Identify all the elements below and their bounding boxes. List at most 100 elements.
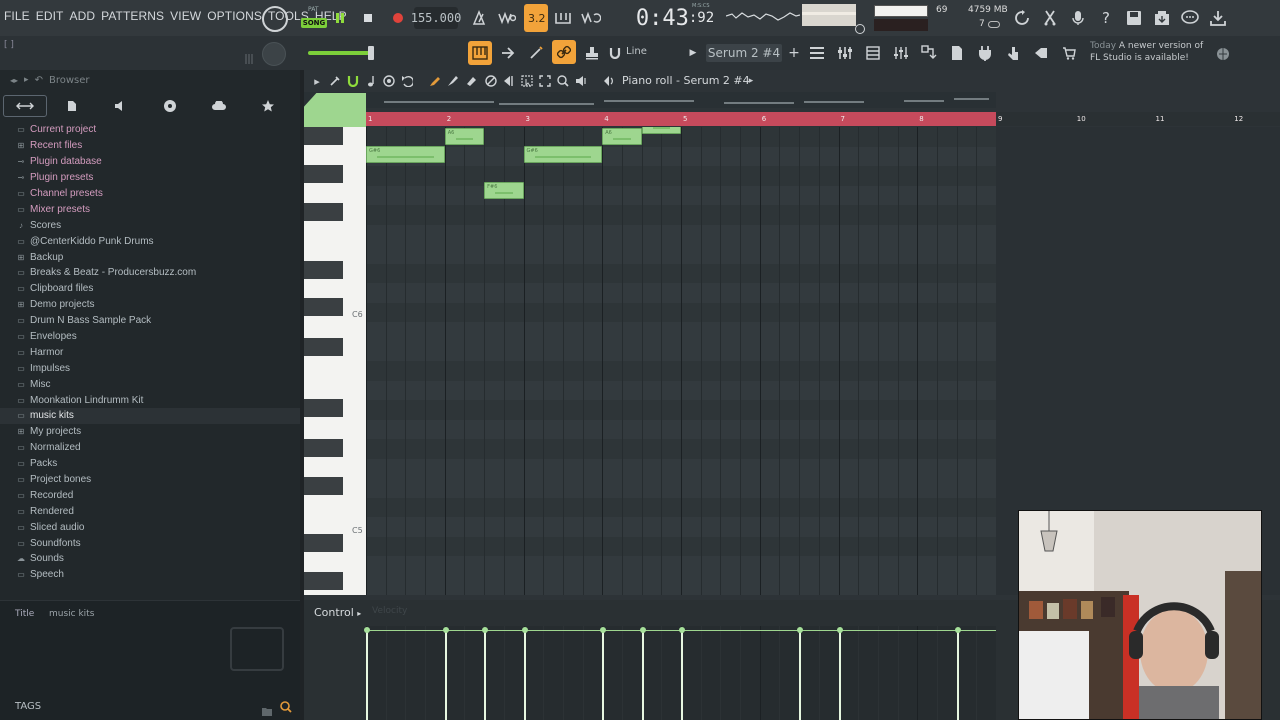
black-key[interactable] — [304, 203, 343, 221]
velocity-bar[interactable] — [482, 627, 489, 720]
piano-roll-icon[interactable] — [862, 42, 884, 64]
velocity-bar[interactable] — [797, 627, 804, 720]
record-button[interactable] — [388, 8, 408, 28]
note-grid[interactable]: G#6 A6 F#6 G#6 A6 — [366, 127, 996, 595]
browser-item[interactable]: ▭ music kits — [0, 408, 300, 424]
select-icon[interactable] — [520, 74, 534, 88]
browser-item[interactable]: ▭ Sliced audio — [0, 519, 300, 535]
browser-item[interactable]: ▭ Packs — [0, 456, 300, 472]
browser-item[interactable]: ▭ Impulses — [0, 360, 300, 376]
browser-item[interactable]: ⊞ My projects — [0, 424, 300, 440]
menu-patterns[interactable]: PATTERNS — [101, 9, 164, 23]
snap-label[interactable]: Line — [626, 46, 647, 57]
wand-icon[interactable] — [525, 42, 547, 64]
loop-record-icon[interactable] — [580, 7, 602, 29]
note[interactable] — [641, 127, 681, 134]
note[interactable]: A6 — [444, 128, 485, 145]
pr-record-icon[interactable] — [382, 74, 396, 88]
download-icon[interactable] — [1207, 7, 1229, 29]
menu-edit[interactable]: EDIT — [36, 9, 64, 23]
pause-button[interactable] — [330, 8, 350, 28]
wait-for-input-icon[interactable] — [496, 7, 518, 29]
black-key[interactable] — [304, 261, 343, 279]
brush-icon[interactable] — [446, 74, 460, 88]
black-key[interactable] — [304, 399, 343, 417]
note[interactable]: G#6 — [523, 146, 603, 163]
velocity-bar[interactable] — [836, 627, 843, 720]
master-pitch-slider[interactable] — [308, 51, 372, 55]
playlist-icon[interactable] — [806, 42, 828, 64]
browser-item[interactable]: ▭ Moonkation Lindrumm Kit — [0, 392, 300, 408]
mixer-icon[interactable] — [890, 42, 912, 64]
browser-item[interactable]: ▭ Channel presets — [0, 186, 300, 202]
zoom-fit-icon[interactable] — [538, 74, 552, 88]
browser-item[interactable]: ▭ @CenterKiddo Punk Drums — [0, 233, 300, 249]
browser-item[interactable]: ▭ Current project — [0, 122, 300, 138]
undo-history-icon[interactable] — [1011, 7, 1033, 29]
magnet-icon[interactable] — [606, 44, 624, 62]
countdown-icon[interactable]: 3.2 — [524, 4, 548, 32]
velocity-bar[interactable] — [679, 627, 685, 720]
chat-icon[interactable] — [1179, 7, 1201, 29]
pr-magnet-icon[interactable] — [346, 74, 360, 88]
control-label[interactable]: Control ▸ — [314, 606, 361, 619]
velocity-bar[interactable] — [600, 627, 607, 720]
browser-back-icon[interactable]: ↶ — [35, 75, 43, 86]
black-key[interactable] — [304, 477, 343, 495]
loop-region[interactable] — [366, 112, 996, 126]
hint-pin-icon[interactable] — [244, 50, 254, 64]
tag-folder-icon[interactable] — [262, 701, 272, 716]
browser-item[interactable]: ▭ Misc — [0, 376, 300, 392]
touch-icon[interactable] — [1002, 42, 1024, 64]
velocity-bar[interactable] — [954, 627, 961, 720]
browser-item[interactable]: ▭ Rendered — [0, 503, 300, 519]
link-icon[interactable] — [552, 40, 576, 64]
browser-item[interactable]: ▭ Speech — [0, 567, 300, 583]
hand-icon[interactable] — [1030, 42, 1052, 64]
tab-all[interactable] — [3, 95, 47, 117]
black-key[interactable] — [304, 127, 343, 145]
pattern-prev-icon[interactable]: ▶ — [686, 44, 700, 62]
browser-item[interactable]: ⊸ Plugin presets — [0, 170, 300, 186]
browser-item[interactable]: ⊞ Backup — [0, 249, 300, 265]
menu-options[interactable]: OPTIONS — [207, 9, 262, 23]
browser-item[interactable]: ▭ Project bones — [0, 472, 300, 488]
pr-speaker-icon[interactable] — [602, 74, 616, 88]
black-key[interactable] — [304, 572, 343, 590]
browser-item[interactable]: ⊸ Plugin database — [0, 154, 300, 170]
cut-tool-icon[interactable] — [1039, 7, 1061, 29]
pattern-selector[interactable]: Serum 2 #4 — [706, 44, 782, 62]
metronome-icon[interactable] — [468, 7, 490, 29]
tab-cloud[interactable] — [194, 95, 243, 117]
velocity-bar[interactable] — [521, 627, 528, 720]
plugin-icon[interactable] — [974, 42, 996, 64]
velocity-bar[interactable] — [639, 627, 646, 720]
piano-keyboard[interactable]: C6 C5 — [304, 127, 366, 630]
mute-tool-icon[interactable] — [484, 74, 498, 88]
browser-item[interactable]: ⊞ Demo projects — [0, 297, 300, 313]
pr-note-icon[interactable] — [364, 74, 378, 88]
pr-tools-icon[interactable] — [328, 74, 342, 88]
browser-item[interactable]: ▭ Harmor — [0, 344, 300, 360]
menu-add[interactable]: ADD — [69, 9, 95, 23]
pr-title-arrow-icon[interactable]: ▸ — [744, 74, 758, 88]
stamp-icon[interactable] — [581, 42, 603, 64]
channel-rack-icon[interactable] — [834, 42, 856, 64]
black-key[interactable] — [304, 439, 343, 457]
black-key[interactable] — [304, 534, 343, 552]
shop-icon[interactable] — [1058, 42, 1080, 64]
browser-item[interactable]: ▭ Clipboard files — [0, 281, 300, 297]
pencil-icon[interactable] — [428, 74, 442, 88]
hint-knob-icon[interactable] — [262, 6, 288, 32]
tab-files[interactable] — [47, 95, 96, 117]
browser-item[interactable]: ▭ Normalized — [0, 440, 300, 456]
slice-icon[interactable] — [502, 74, 516, 88]
playback-icon[interactable] — [574, 74, 588, 88]
tab-plugins[interactable] — [145, 95, 194, 117]
black-key[interactable] — [304, 298, 343, 316]
black-key[interactable] — [304, 338, 343, 356]
save-icon[interactable] — [1123, 7, 1145, 29]
tempo-display[interactable]: 155.000 — [411, 7, 461, 29]
note[interactable]: F#6 — [484, 182, 524, 199]
add-pattern-icon[interactable]: + — [783, 42, 805, 64]
